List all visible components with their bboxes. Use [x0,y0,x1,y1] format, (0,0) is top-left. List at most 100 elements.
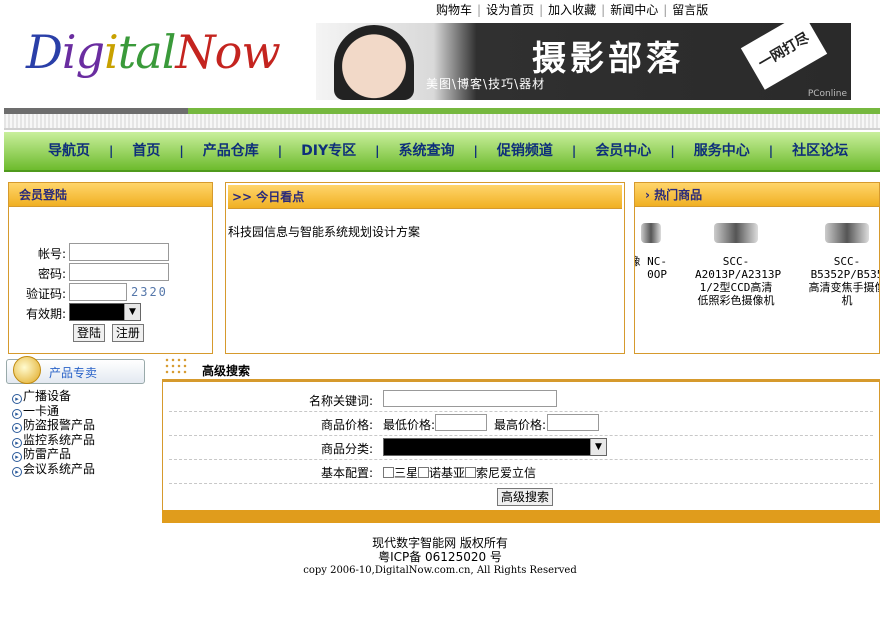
category-title: 产品专卖 [49,366,98,380]
product-item[interactable]: SCC-A2013P/A2313P 1/2型CCD高清低照彩色摄像机 [695,223,781,307]
link-news-center[interactable]: 新闻中心 [610,3,658,17]
login-button[interactable]: 登陆 [73,324,106,342]
separator: | [109,144,114,158]
nav-item-forum[interactable]: 社区论坛 [792,143,848,159]
link-add-favorite[interactable]: 加入收藏 [548,3,596,17]
separator: | [663,3,668,17]
nav-item-diy[interactable]: DIY专区 [301,143,356,159]
brand-checkbox[interactable] [418,467,430,478]
category-item[interactable]: ▸ 广播设备 [12,389,95,404]
logo-letter: tal [117,25,177,79]
validity-label: 有效期: [25,307,66,321]
nav-item-system-query[interactable]: 系统查询 [399,143,455,159]
captcha-input[interactable] [69,283,127,301]
category-list: ▸ 广播设备 ▸ 一卡通 ▸ 防盗报警产品 ▸ 监控系统产品 ▸ 防雷产品 ▸ 会议系统产品 [12,389,95,477]
separator: | [539,3,544,17]
form-footer-bar [162,510,880,523]
password-row: 密码: [9,263,214,283]
keyword-input[interactable] [383,390,557,407]
top-links: 购物车 | 设为首页 | 加入收藏 | 新闻中心 | 留言版 [436,1,708,17]
nav-item-member-center[interactable]: 会员中心 [595,143,651,159]
search-button-wrap: 高级搜索 [497,488,554,506]
separator: | [375,144,380,158]
logo-letter: i [104,25,119,79]
banner-face-image [334,25,414,100]
keyword-label: 名称关键词: [308,394,373,408]
brand-label: 三星 [394,466,419,480]
brand-checkbox[interactable] [465,467,477,478]
today-panel-title: >> 今日看点 [228,185,622,209]
category-filter-label: 商品分类: [320,442,373,456]
globe-icon [13,356,41,384]
separator: | [571,144,577,158]
site-footer: 现代数字智能网 版权所有 粤ICP备 06125020 号 copy 2006-… [0,536,880,578]
logo-letter: Now [175,25,280,79]
decor-stripes [4,114,880,130]
logo-letter: ig [61,25,105,79]
min-price-label: 最低价格: [383,418,436,432]
category-item[interactable]: ▸ 防雷产品 [12,447,95,462]
separator: | [601,3,606,17]
login-panel-title: 会员登陆 [9,183,212,207]
nav-item-products[interactable]: 产品仓库 [203,143,259,159]
arrow-circle-icon: ▸ [12,437,22,448]
separator: | [473,144,478,158]
category-label: 一卡通 [23,403,60,418]
site-logo[interactable]: DigitalNow [26,16,301,88]
category-item[interactable]: ▸ 监控系统产品 [12,433,95,448]
logo-letter: D [26,25,63,79]
category-label: 会议系统产品 [23,461,96,476]
banner-ad[interactable]: 摄影部落 美图\博客\技巧\器材 一网打尽 PConline [316,23,851,100]
category-item[interactable]: ▸ 防盗报警产品 [12,418,95,433]
category-header: 产品专卖 [6,356,145,384]
advanced-search-button[interactable]: 高级搜索 [497,488,554,506]
validity-row: 有效期: ▼ [9,303,214,323]
product-name: SCC-A2013P/A2313P 1/2型CCD高清低照彩色摄像机 [695,255,782,307]
password-label: 密码: [37,267,66,281]
nav-item-guide[interactable]: 导航页 [48,143,90,159]
keyword-row: 名称关键词: [169,388,873,412]
arrow-circle-icon: ▸ [12,408,22,419]
product-item[interactable]: 摄像 NC- 0OP [635,223,667,281]
captcha-row: 验证码: 2320 [9,283,214,303]
main-nav: 导航页 | 首页 | 产品仓库 | DIY专区 | 系统查询 | 促销频道 | 会员中心 | 服务中心 | 社区… [4,132,880,172]
chevron-down-icon: ▼ [124,304,140,320]
register-button[interactable]: 注册 [111,324,144,342]
nav-item-promotions[interactable]: 促销频道 [497,143,553,159]
link-guestbook[interactable]: 留言版 [672,3,708,17]
chevron-down-icon: ▼ [590,439,606,455]
banner-subtitle: 美图\博客\技巧\器材 [426,77,546,91]
arrow-circle-icon: ▸ [12,452,22,462]
separator: | [179,144,184,158]
nav-item-home[interactable]: 首页 [132,143,160,159]
account-input[interactable] [69,243,169,261]
brand-label: 索尼爱立信 [476,466,537,480]
price-label: 商品价格: [320,418,373,432]
validity-select[interactable]: ▼ [69,303,141,321]
icp-number: 粤ICP备 06125020 号 [378,550,502,564]
min-price-input[interactable] [435,414,487,431]
max-price-label: 最高价格: [494,418,547,432]
category-item[interactable]: ▸ 会议系统产品 [12,462,95,477]
camera-image [825,223,869,243]
brand-checkbox[interactable] [383,467,394,478]
max-price-input[interactable] [547,414,599,431]
captcha-label: 验证码: [25,287,66,301]
product-item[interactable]: SCC-B5352P/B535 高清变焦手摄像机 [807,223,880,307]
product-name: 摄像 NC- 0OP [635,255,667,281]
product-name: SCC-B5352P/B535 高清变焦手摄像机 [808,255,880,307]
link-cart[interactable]: 购物车 [436,3,472,17]
banner-title: 摄影部落 [532,39,684,79]
today-article-link[interactable]: 科技园信息与智能系统规划设计方案 [228,223,420,240]
password-input[interactable] [69,263,169,281]
category-label: 监控系统产品 [23,432,96,447]
login-panel: 会员登陆 帐号: 密码: 验证码: 2320 有效期: ▼ 登陆 注册 [8,182,213,354]
config-row: 基本配置: 三星 诺基亚 索尼爱立信 [169,460,873,484]
banner-credit: PConline [807,89,847,99]
nav-item-service-center[interactable]: 服务中心 [694,143,750,159]
login-buttons: 登陆 注册 [73,324,144,342]
category-select[interactable]: ▼ [383,438,607,456]
category-item[interactable]: ▸ 一卡通 [12,404,95,419]
category-row: 商品分类: ▼ [169,436,873,460]
link-set-homepage[interactable]: 设为首页 [486,3,534,17]
